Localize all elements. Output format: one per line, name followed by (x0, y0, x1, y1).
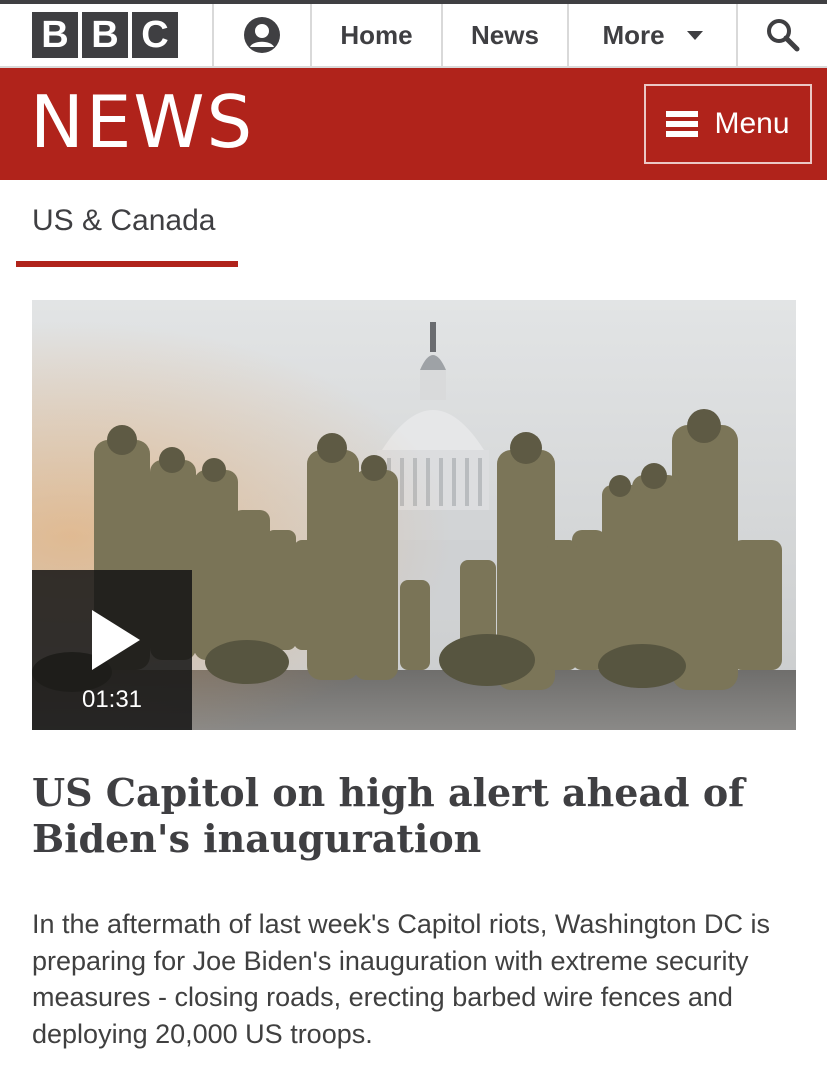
section-title[interactable]: US & Canada (32, 204, 215, 238)
chevron-down-icon (686, 30, 703, 40)
search-button[interactable] (738, 4, 827, 66)
account-button[interactable] (214, 4, 312, 66)
menu-label: Menu (714, 107, 790, 140)
nav-news[interactable]: News (443, 4, 569, 66)
bbc-logo-letter: C (132, 12, 178, 58)
article-headline[interactable]: US Capitol on high alert ahead of Biden'… (32, 770, 796, 862)
video-duration: 01:31 (81, 686, 143, 713)
news-banner: NEWS Menu (0, 68, 827, 180)
play-icon (92, 610, 140, 670)
account-icon (244, 17, 280, 53)
nav-more-label: More (602, 19, 665, 50)
menu-button[interactable]: Menu (644, 84, 812, 164)
section-underline (16, 261, 238, 267)
article-summary: In the aftermath of last week's Capitol … (32, 909, 770, 1049)
video-thumbnail[interactable]: 01:31 (32, 300, 796, 730)
bbc-global-navbar: B B C Home News More (0, 0, 827, 68)
news-logo[interactable]: NEWS (30, 86, 254, 158)
bbc-logo-letter: B (82, 12, 128, 58)
nav-home-label: Home (340, 19, 413, 50)
nav-news-label: News (471, 19, 539, 50)
nav-home[interactable]: Home (312, 4, 443, 66)
bbc-logo[interactable]: B B C (0, 4, 214, 66)
play-button[interactable]: 01:31 (32, 570, 192, 730)
search-icon (766, 19, 799, 52)
bbc-logo-letter: B (32, 12, 78, 58)
hamburger-icon (666, 111, 699, 137)
nav-more[interactable]: More (569, 4, 738, 66)
